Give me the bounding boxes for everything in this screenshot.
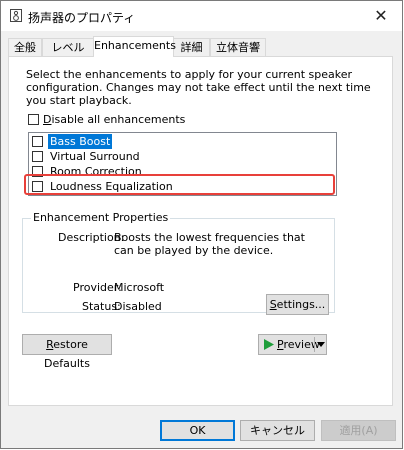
tab-general[interactable]: 全般: [8, 38, 42, 56]
disable-all-checkbox[interactable]: [28, 114, 39, 125]
restore-defaults-button[interactable]: Restore Defaults: [22, 334, 112, 370]
speaker-icon: [10, 9, 22, 22]
list-item-virtual-surround[interactable]: Virtual Surround: [29, 149, 336, 164]
bass-boost-checkbox[interactable]: [32, 136, 43, 147]
enhancements-panel: Select the enhancements to apply for you…: [8, 56, 393, 406]
bass-boost-label: Bass Boost: [48, 134, 113, 149]
tab-spatial-sound[interactable]: 立体音響: [210, 38, 266, 56]
properties-window: 扬声器のプロパティ ✕ 全般 レベル Enhancements 詳細 立体音響 …: [0, 0, 403, 449]
annotation-highlight-box: [24, 174, 335, 195]
list-item-bass-boost[interactable]: Bass Boost: [29, 134, 336, 149]
close-button[interactable]: ✕: [370, 6, 392, 26]
tab-strip: 全般 レベル Enhancements 詳細 立体音響: [8, 36, 393, 57]
apply-button[interactable]: 適用(A): [321, 420, 396, 441]
cancel-button[interactable]: キャンセル: [240, 420, 315, 441]
ok-button[interactable]: OK: [160, 420, 235, 441]
title-bar: 扬声器のプロパティ ✕: [1, 1, 402, 31]
window-title: 扬声器のプロパティ: [28, 11, 136, 25]
chevron-down-icon[interactable]: [317, 342, 325, 347]
provider-value: Microsoft: [114, 281, 165, 294]
tab-levels[interactable]: レベル: [42, 38, 94, 56]
play-icon: [264, 339, 274, 350]
disable-all-label[interactable]: Disable all enhancements: [43, 113, 185, 126]
virtual-surround-checkbox[interactable]: [32, 151, 43, 162]
preview-button[interactable]: Preview: [258, 334, 327, 355]
settings-button[interactable]: Settings...: [266, 294, 329, 315]
enhancement-properties-group: Enhancement Properties Description: Boos…: [22, 211, 335, 315]
group-title: Enhancement Properties: [31, 211, 171, 224]
virtual-surround-label: Virtual Surround: [50, 150, 140, 163]
description-value: Boosts the lowest frequencies that can b…: [114, 231, 305, 257]
tab-enhancements[interactable]: Enhancements: [93, 36, 176, 57]
close-icon: ✕: [374, 6, 388, 25]
status-value: Disabled: [114, 300, 162, 313]
dropdown-divider: [314, 337, 315, 352]
enhancements-description: Select the enhancements to apply for you…: [26, 68, 371, 107]
tab-advanced[interactable]: 詳細: [173, 38, 210, 56]
